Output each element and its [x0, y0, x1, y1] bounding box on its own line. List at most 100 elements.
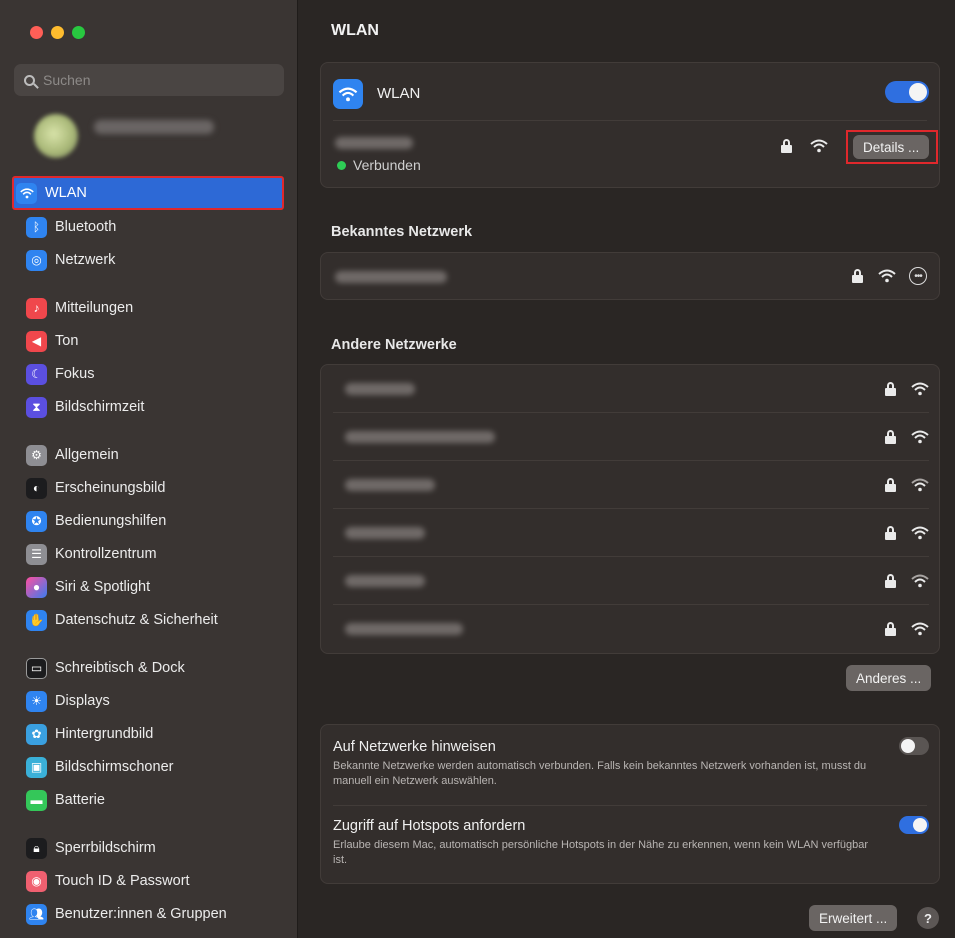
search-box[interactable]	[14, 64, 284, 96]
network-name-redacted	[345, 575, 425, 587]
sidebar-item-batterie[interactable]: ▬ Batterie	[26, 786, 298, 814]
sidebar-item-label: Datenschutz & Sicherheit	[55, 612, 218, 628]
sidebar-item-sperrbildschirm[interactable]: 🔒︎ Sperrbildschirm	[26, 834, 298, 862]
known-network-heading: Bekanntes Netzwerk	[331, 224, 473, 240]
more-options-icon[interactable]: •••	[909, 267, 927, 285]
lock-icon: 🔒︎	[26, 837, 47, 859]
sidebar-item-fokus[interactable]: ☾ Fokus	[26, 360, 298, 388]
globe-icon: ◎	[26, 249, 47, 271]
hand-icon: ✋	[26, 609, 47, 631]
wlan-toggle[interactable]	[885, 81, 929, 103]
sidebar-item-label: Bildschirmzeit	[55, 399, 145, 415]
sidebar-item-bedienungshilfen[interactable]: ✪ Bedienungshilfen	[26, 507, 298, 535]
known-network-row[interactable]: •••	[320, 252, 940, 300]
lock-icon	[885, 382, 896, 396]
bell-icon: ♪	[26, 297, 47, 319]
avatar	[34, 114, 78, 158]
advanced-button[interactable]: Erweitert ...	[809, 905, 898, 931]
lock-icon	[885, 526, 896, 540]
network-row[interactable]	[321, 413, 941, 461]
dock-icon: ▭	[26, 657, 47, 679]
wlan-label: WLAN	[377, 85, 421, 102]
sidebar-item-mitteilungen[interactable]: ♪ Mitteilungen	[26, 294, 298, 322]
sidebar-item-siri-spotlight[interactable]: ● Siri & Spotlight	[26, 573, 298, 601]
sidebar-item-label: Siri & Spotlight	[55, 579, 151, 595]
wifi-signal-icon	[911, 526, 929, 540]
sidebar-item-erscheinungsbild[interactable]: ◐ Erscheinungsbild	[26, 474, 298, 502]
lock-icon	[885, 574, 896, 588]
sidebar-item-wlan[interactable]: WLAN	[12, 176, 284, 210]
wifi-signal-icon	[911, 478, 929, 492]
sidebar-item-label: Fokus	[55, 366, 95, 382]
sidebar-item-displays[interactable]: ☀ Displays	[26, 687, 298, 715]
sidebar-item-bluetooth[interactable]: ᛒ Bluetooth	[26, 213, 298, 241]
sidebar-item-label: Ton	[55, 333, 79, 349]
sidebar-item-allgemein[interactable]: ⚙ Allgemein	[26, 441, 298, 469]
lock-icon	[885, 622, 896, 636]
sidebar-item-label: Allgemein	[55, 447, 119, 463]
minimize-window-button[interactable]	[51, 26, 64, 39]
network-row[interactable]	[321, 605, 941, 653]
sidebar-item-schreibtisch-dock[interactable]: ▭ Schreibtisch & Dock	[26, 654, 298, 682]
hotspot-toggle[interactable]	[899, 816, 929, 834]
other-network-button[interactable]: Anderes ...	[846, 665, 932, 691]
connected-status: Verbunden	[353, 157, 421, 173]
network-row[interactable]	[321, 509, 941, 557]
sidebar-item-touch-id[interactable]: ◉ Touch ID & Passwort	[26, 867, 298, 895]
ask-join-description: Bekannte Netzwerke werden automatisch ve…	[333, 760, 867, 787]
network-name-redacted	[345, 623, 463, 635]
sidebar-item-datenschutz[interactable]: ✋ Datenschutz & Sicherheit	[26, 606, 298, 634]
sidebar-item-netzwerk[interactable]: ◎ Netzwerk	[26, 246, 298, 274]
lock-icon	[885, 430, 896, 444]
wifi-icon	[333, 79, 363, 109]
moon-icon: ☾	[26, 363, 47, 385]
sidebar-item-label: Benutzer:innen & Gruppen	[55, 906, 227, 922]
sidebar-item-label: Bildschirmschoner	[55, 759, 174, 775]
sidebar: WLAN ᛒ Bluetooth ◎ Netzwerk ♪ Mitteilung…	[0, 0, 298, 938]
other-networks-heading: Andere Netzwerke	[331, 337, 457, 353]
wifi-signal-icon	[878, 269, 896, 283]
lock-icon	[781, 139, 792, 153]
network-name-redacted	[345, 479, 435, 491]
hotspot-description: Erlaube diesem Mac, automatisch persönli…	[333, 839, 868, 866]
sidebar-item-ton[interactable]: ◀ Ton	[26, 327, 298, 355]
wifi-signal-icon	[911, 622, 929, 636]
help-button[interactable]: ?	[917, 907, 939, 929]
accessibility-icon: ✪	[26, 510, 47, 532]
known-network-name-redacted	[335, 271, 447, 283]
wifi-signal-icon	[911, 382, 929, 396]
hourglass-icon: ⧗	[26, 396, 47, 418]
sidebar-item-benutzer-gruppen[interactable]: 👥︎ Benutzer:innen & Gruppen	[26, 900, 298, 928]
sidebar-item-label: Netzwerk	[55, 252, 116, 268]
connected-status-dot	[337, 161, 346, 170]
sidebar-item-bildschirmschoner[interactable]: ▣ Bildschirmschoner	[26, 753, 298, 781]
sidebar-item-kontrollzentrum[interactable]: ☰ Kontrollzentrum	[26, 540, 298, 568]
search-input[interactable]	[43, 72, 263, 88]
battery-icon: ▬	[26, 789, 47, 811]
connected-network-name-redacted	[335, 137, 413, 149]
sidebar-item-hintergrundbild[interactable]: ✿ Hintergrundbild	[26, 720, 298, 748]
close-window-button[interactable]	[30, 26, 43, 39]
window-controls	[30, 26, 85, 39]
fingerprint-icon: ◉	[26, 870, 47, 892]
ask-join-title: Auf Netzwerke hinweisen	[333, 739, 496, 755]
settings-window: WLAN ᛒ Bluetooth ◎ Netzwerk ♪ Mitteilung…	[0, 0, 955, 938]
lock-icon	[852, 269, 863, 283]
details-button[interactable]: Details ...	[853, 135, 930, 159]
network-row[interactable]	[321, 365, 941, 413]
switches-icon: ☰	[26, 543, 47, 565]
sidebar-item-label: Displays	[55, 693, 110, 709]
account-name-redacted	[94, 120, 214, 134]
sidebar-item-label: Sperrbildschirm	[55, 840, 156, 856]
network-row[interactable]	[321, 557, 941, 605]
speaker-icon: ◀	[26, 330, 47, 352]
zoom-window-button[interactable]	[72, 26, 85, 39]
ask-join-toggle[interactable]	[899, 737, 929, 755]
network-row[interactable]	[321, 461, 941, 509]
sidebar-item-bildschirmzeit[interactable]: ⧗ Bildschirmzeit	[26, 393, 298, 421]
wifi-signal-icon	[810, 139, 828, 153]
sidebar-item-label: Touch ID & Passwort	[55, 873, 190, 889]
sidebar-item-label: Hintergrundbild	[55, 726, 154, 742]
account-row[interactable]	[26, 108, 266, 164]
sidebar-item-label: Erscheinungsbild	[55, 480, 166, 496]
